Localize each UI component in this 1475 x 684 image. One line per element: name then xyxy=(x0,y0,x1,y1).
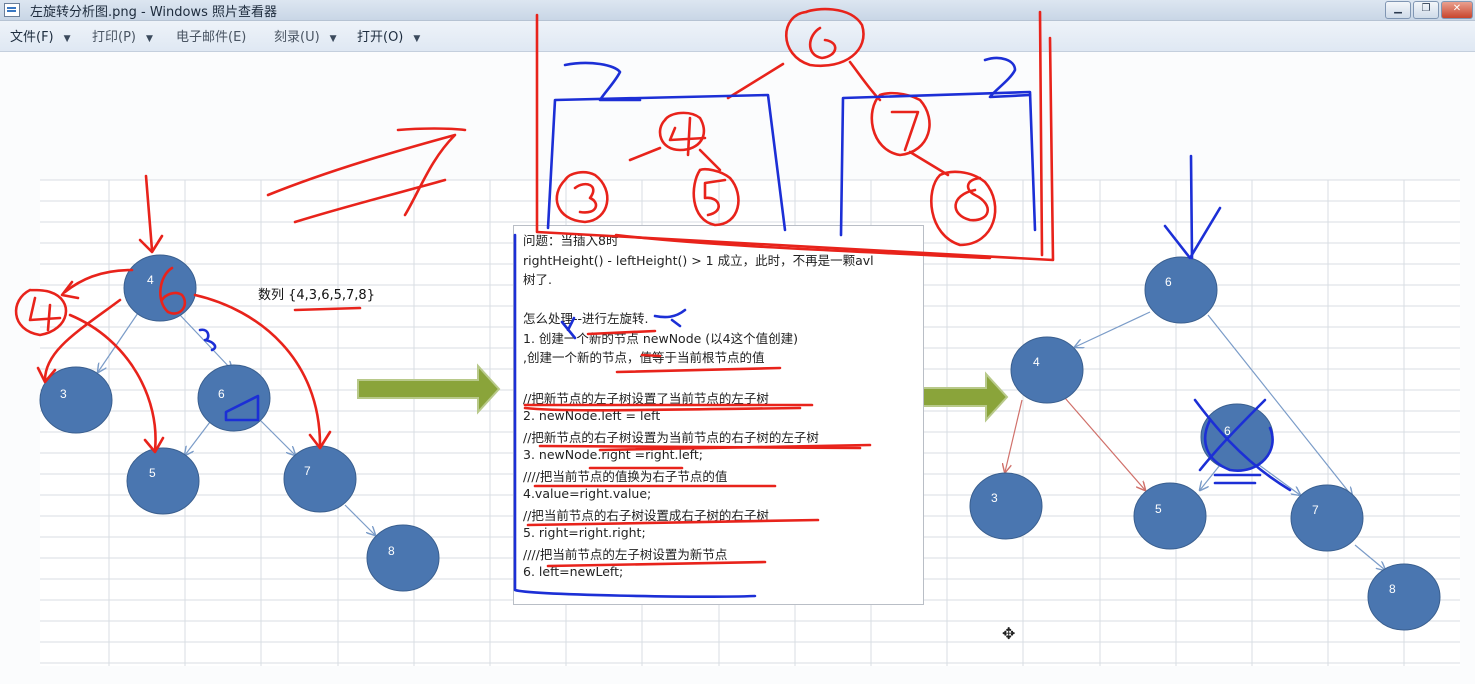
sequence-label: 数列 {4,3,6,5,7,8} xyxy=(258,288,375,303)
tree-node-removed: 6 xyxy=(1200,403,1274,471)
explanation-line: rightHeight() - leftHeight() > 1 成立，此时，不… xyxy=(523,253,874,268)
tree-node: 6 xyxy=(1144,256,1218,324)
explanation-line: 6. left=newLeft; xyxy=(523,564,624,579)
tree-node: 3 xyxy=(39,366,113,434)
tree-node: 8 xyxy=(1367,563,1441,631)
node-label: 8 xyxy=(388,544,395,558)
explanation-line: 怎么处理--进行左旋转. xyxy=(523,311,649,326)
explanation-line: //把新节点的右子树设置为当前节点的右子树的左子树 xyxy=(523,430,819,445)
node-label: 5 xyxy=(1155,502,1162,516)
node-label: 6 xyxy=(218,387,225,401)
node-label: 4 xyxy=(1033,355,1040,369)
hand-cursor-icon: ✥ xyxy=(1002,624,1016,643)
explanation-line: ////把当前节点的值换为右子节点的值 xyxy=(523,469,728,484)
tree-node: 3 xyxy=(969,472,1043,540)
explanation-line: ////把当前节点的左子树设置为新节点 xyxy=(523,547,728,562)
node-label: 3 xyxy=(991,491,998,505)
explanation-line: 4.value=right.value; xyxy=(523,486,652,501)
node-label: 5 xyxy=(149,466,156,480)
node-label: 8 xyxy=(1389,582,1396,596)
tree-node: 7 xyxy=(1290,484,1364,552)
tree-node: 6 xyxy=(197,364,271,432)
explanation-line: //把新节点的左子树设置了当前节点的左子树 xyxy=(523,391,769,406)
explanation-line: 1. 创建一个新的节点 newNode (以4这个值创建) xyxy=(523,331,799,346)
node-label: 7 xyxy=(1312,503,1319,517)
node-label: 3 xyxy=(60,387,67,401)
tree-node: 7 xyxy=(283,445,357,513)
tree-node: 8 xyxy=(366,524,440,592)
tree-node: 5 xyxy=(126,447,200,515)
node-label: 4 xyxy=(147,273,154,287)
node-label: 7 xyxy=(304,464,311,478)
tree-node: 4 xyxy=(1010,336,1084,404)
explanation-line: 问题：当插入8时 xyxy=(523,233,619,248)
explanation-line: ,创建一个新的节点，值等于当前根节点的值 xyxy=(523,350,765,365)
explanation-line: 树了. xyxy=(523,272,552,287)
explanation-line: 2. newNode.left = left xyxy=(523,408,661,423)
explanation-line: 5. right=right.right; xyxy=(523,525,646,540)
explanation-line: 3. newNode.right =right.left; xyxy=(523,447,703,462)
tree-node: 5 xyxy=(1133,482,1207,550)
node-label: 6 xyxy=(1224,424,1231,438)
explanation-textbox: 问题：当插入8时 rightHeight() - leftHeight() > … xyxy=(513,225,924,605)
explanation-line: //把当前节点的右子树设置成右子树的右子树 xyxy=(523,508,769,523)
tree-node: 4 xyxy=(123,254,197,322)
node-label: 6 xyxy=(1165,275,1172,289)
